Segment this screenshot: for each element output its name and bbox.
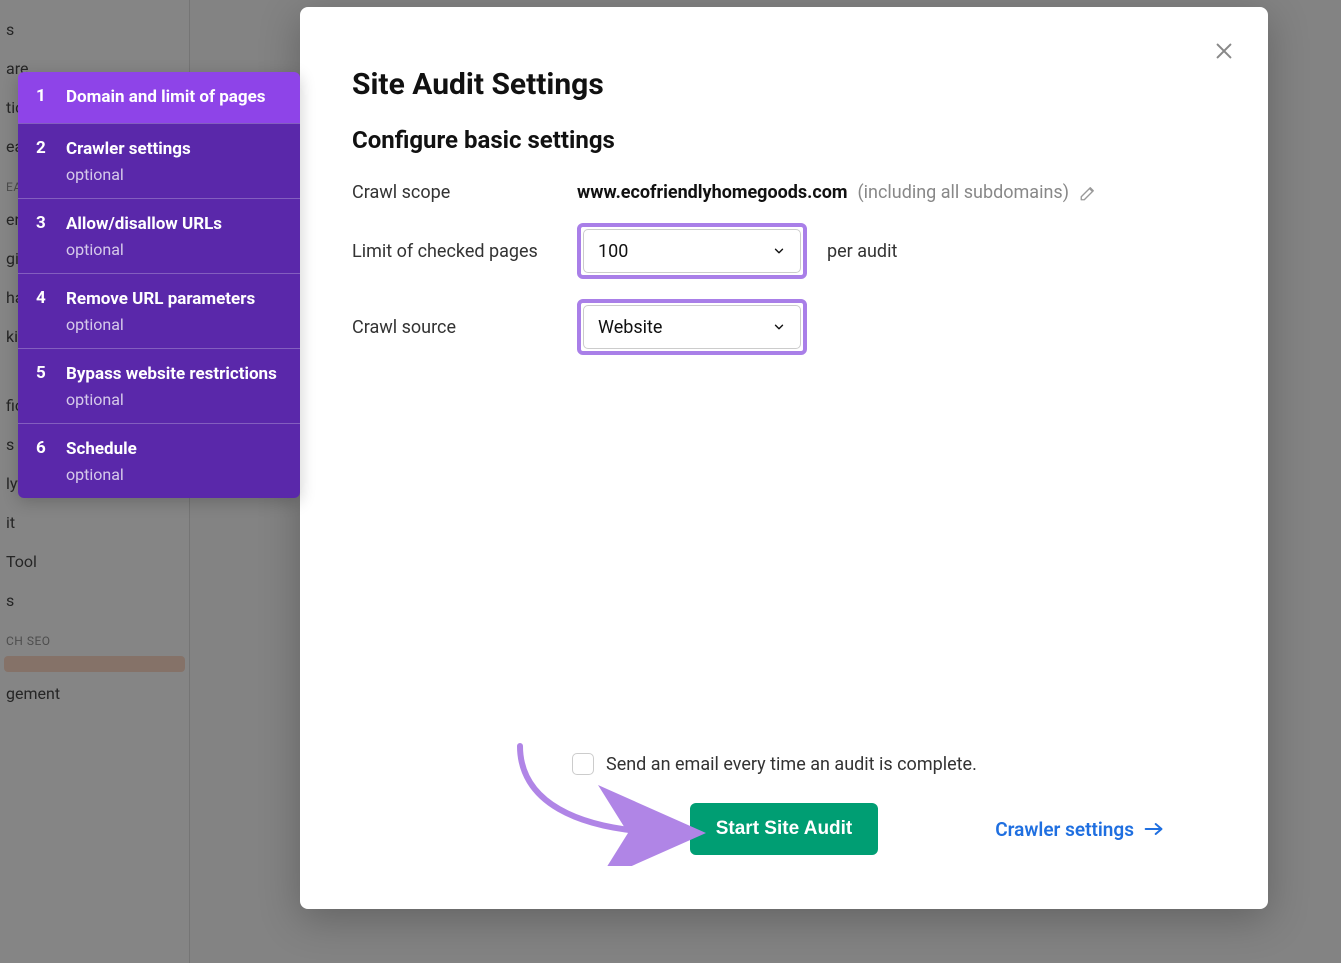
limit-dropdown-highlight: 100	[577, 223, 807, 279]
step-number: 4	[36, 288, 48, 334]
start-site-audit-button[interactable]: Start Site Audit	[690, 803, 879, 855]
crawl-scope-label: Crawl scope	[352, 182, 577, 203]
step-number: 5	[36, 363, 48, 409]
step-title: Remove URL parameters	[66, 288, 255, 311]
step-title: Crawler settings	[66, 138, 191, 161]
step-domain-limit[interactable]: 1 Domain and limit of pages	[18, 72, 300, 123]
pencil-icon	[1079, 184, 1097, 202]
limit-row: Limit of checked pages 100 per audit	[352, 223, 1216, 279]
step-number: 6	[36, 438, 48, 484]
step-bypass-restrictions[interactable]: 5 Bypass website restrictions optional	[18, 348, 300, 423]
steps-sidebar: 1 Domain and limit of pages 2 Crawler se…	[18, 72, 300, 498]
chevron-down-icon	[772, 320, 786, 334]
step-title: Bypass website restrictions	[66, 363, 277, 386]
crawl-source-row: Crawl source Website	[352, 299, 1216, 355]
limit-dropdown[interactable]: 100	[583, 229, 801, 273]
step-allow-disallow[interactable]: 3 Allow/disallow URLs optional	[18, 198, 300, 273]
chevron-down-icon	[772, 244, 786, 258]
step-schedule[interactable]: 6 Schedule optional	[18, 423, 300, 498]
email-checkbox[interactable]	[572, 753, 594, 775]
step-optional: optional	[66, 240, 222, 259]
site-audit-settings-modal: Site Audit Settings Configure basic sett…	[300, 7, 1268, 909]
close-button[interactable]	[1208, 35, 1240, 67]
step-optional: optional	[66, 465, 137, 484]
step-number: 2	[36, 138, 48, 184]
crawl-source-label: Crawl source	[352, 317, 577, 338]
crawl-scope-subdomains: (including all subdomains)	[858, 182, 1069, 203]
step-number: 3	[36, 213, 48, 259]
crawl-source-dropdown-highlight: Website	[577, 299, 807, 355]
email-checkbox-label: Send an email every time an audit is com…	[606, 754, 977, 775]
step-title: Allow/disallow URLs	[66, 213, 222, 236]
crawl-source-dropdown[interactable]: Website	[583, 305, 801, 349]
limit-label: Limit of checked pages	[352, 241, 577, 262]
email-checkbox-row[interactable]: Send an email every time an audit is com…	[572, 753, 977, 775]
crawl-scope-row: Crawl scope www.ecofriendlyhomegoods.com…	[352, 182, 1216, 203]
step-title: Domain and limit of pages	[66, 86, 266, 109]
crawl-source-value: Website	[598, 317, 662, 338]
crawler-settings-link[interactable]: Crawler settings	[995, 818, 1164, 841]
step-crawler-settings[interactable]: 2 Crawler settings optional	[18, 123, 300, 198]
step-optional: optional	[66, 165, 191, 184]
modal-title: Site Audit Settings	[352, 67, 1216, 102]
close-icon	[1213, 40, 1235, 62]
step-number: 1	[36, 86, 48, 109]
edit-crawl-scope[interactable]	[1079, 184, 1097, 202]
arrow-right-icon	[1144, 822, 1164, 836]
step-optional: optional	[66, 315, 255, 334]
step-optional: optional	[66, 390, 277, 409]
crawler-settings-link-label: Crawler settings	[995, 818, 1134, 841]
step-remove-url-params[interactable]: 4 Remove URL parameters optional	[18, 273, 300, 348]
limit-value: 100	[598, 241, 628, 262]
crawl-scope-domain: www.ecofriendlyhomegoods.com	[577, 182, 848, 203]
per-audit-text: per audit	[827, 241, 897, 262]
modal-subtitle: Configure basic settings	[352, 126, 1216, 154]
step-title: Schedule	[66, 438, 137, 461]
